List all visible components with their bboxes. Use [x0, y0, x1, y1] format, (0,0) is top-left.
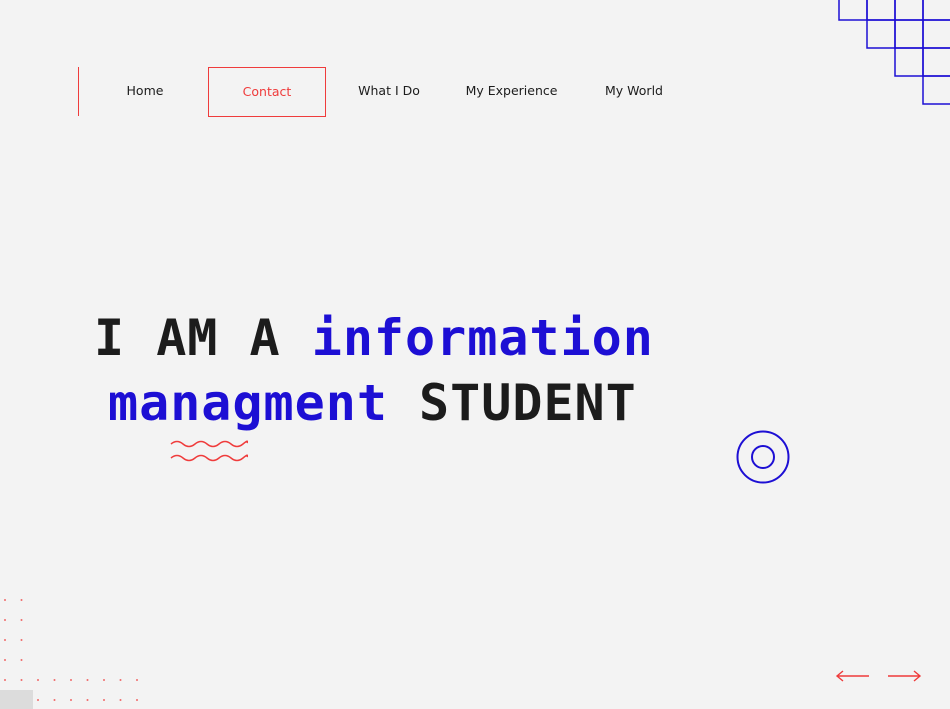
dot	[119, 679, 122, 681]
dot	[136, 679, 138, 681]
dot	[70, 699, 72, 701]
dot	[70, 679, 72, 681]
dot	[4, 639, 6, 641]
dot	[86, 679, 89, 681]
dot	[4, 659, 6, 661]
main-nav: Home Contact What I Do My Experience My …	[0, 67, 700, 117]
nav-home[interactable]: Home	[105, 67, 185, 115]
nav-my-world[interactable]: My World	[594, 67, 674, 115]
dot	[119, 699, 122, 701]
dot	[20, 679, 23, 681]
arrow-right-icon[interactable]	[886, 668, 922, 684]
dot	[20, 659, 23, 661]
hero-prefix: I AM A	[94, 309, 312, 367]
wavy-lines-icon	[170, 440, 248, 462]
hero-headline-line-1: I AM A information	[94, 308, 654, 368]
decorative-square	[0, 690, 33, 709]
dot	[37, 699, 39, 701]
dot	[53, 679, 56, 681]
dot	[37, 679, 39, 681]
dot	[20, 639, 23, 641]
dot	[4, 679, 6, 681]
nav-contact[interactable]: Contact	[208, 67, 326, 117]
hero-highlight-2: managment	[108, 374, 388, 432]
dot	[103, 679, 105, 681]
hero-suffix: STUDENT	[387, 374, 637, 432]
dot	[20, 619, 23, 621]
hero-highlight-1: information	[311, 309, 654, 367]
nav-my-experience[interactable]: My Experience	[458, 67, 565, 115]
hero-headline-line-2: managment STUDENT	[108, 373, 637, 433]
nav-what-i-do[interactable]: What I Do	[348, 67, 430, 115]
dot	[20, 599, 23, 601]
dot	[4, 599, 6, 601]
concentric-circle-icon	[736, 430, 790, 484]
grid-steps-icon	[838, 0, 950, 105]
arrow-left-icon[interactable]	[835, 668, 871, 684]
dot	[103, 699, 105, 701]
dot	[136, 699, 138, 701]
dot	[4, 619, 6, 621]
dot	[53, 699, 56, 701]
dot	[86, 699, 89, 701]
